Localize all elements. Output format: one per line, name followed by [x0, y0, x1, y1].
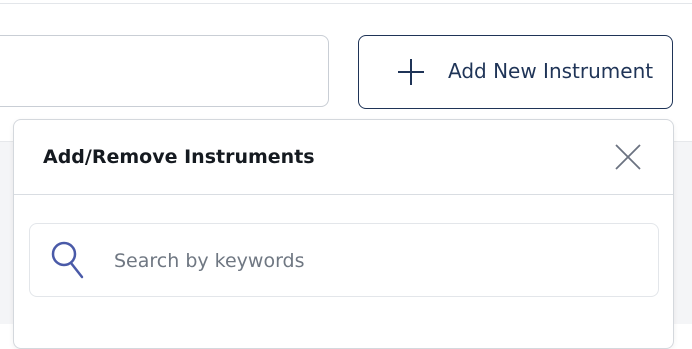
instrument-field[interactable] — [0, 35, 329, 107]
close-icon[interactable] — [612, 141, 644, 173]
add-new-instrument-button[interactable]: Add New Instrument — [358, 35, 673, 109]
panel-header: Add/Remove Instruments — [14, 120, 673, 195]
search-icon — [51, 241, 84, 279]
search-box — [29, 223, 659, 297]
search-input[interactable] — [114, 246, 634, 276]
panel-title: Add/Remove Instruments — [43, 146, 315, 168]
add-new-instrument-label: Add New Instrument — [448, 59, 654, 83]
plus-icon — [398, 59, 424, 85]
top-divider — [0, 3, 692, 4]
add-remove-instruments-panel: Add/Remove Instruments — [13, 119, 674, 349]
